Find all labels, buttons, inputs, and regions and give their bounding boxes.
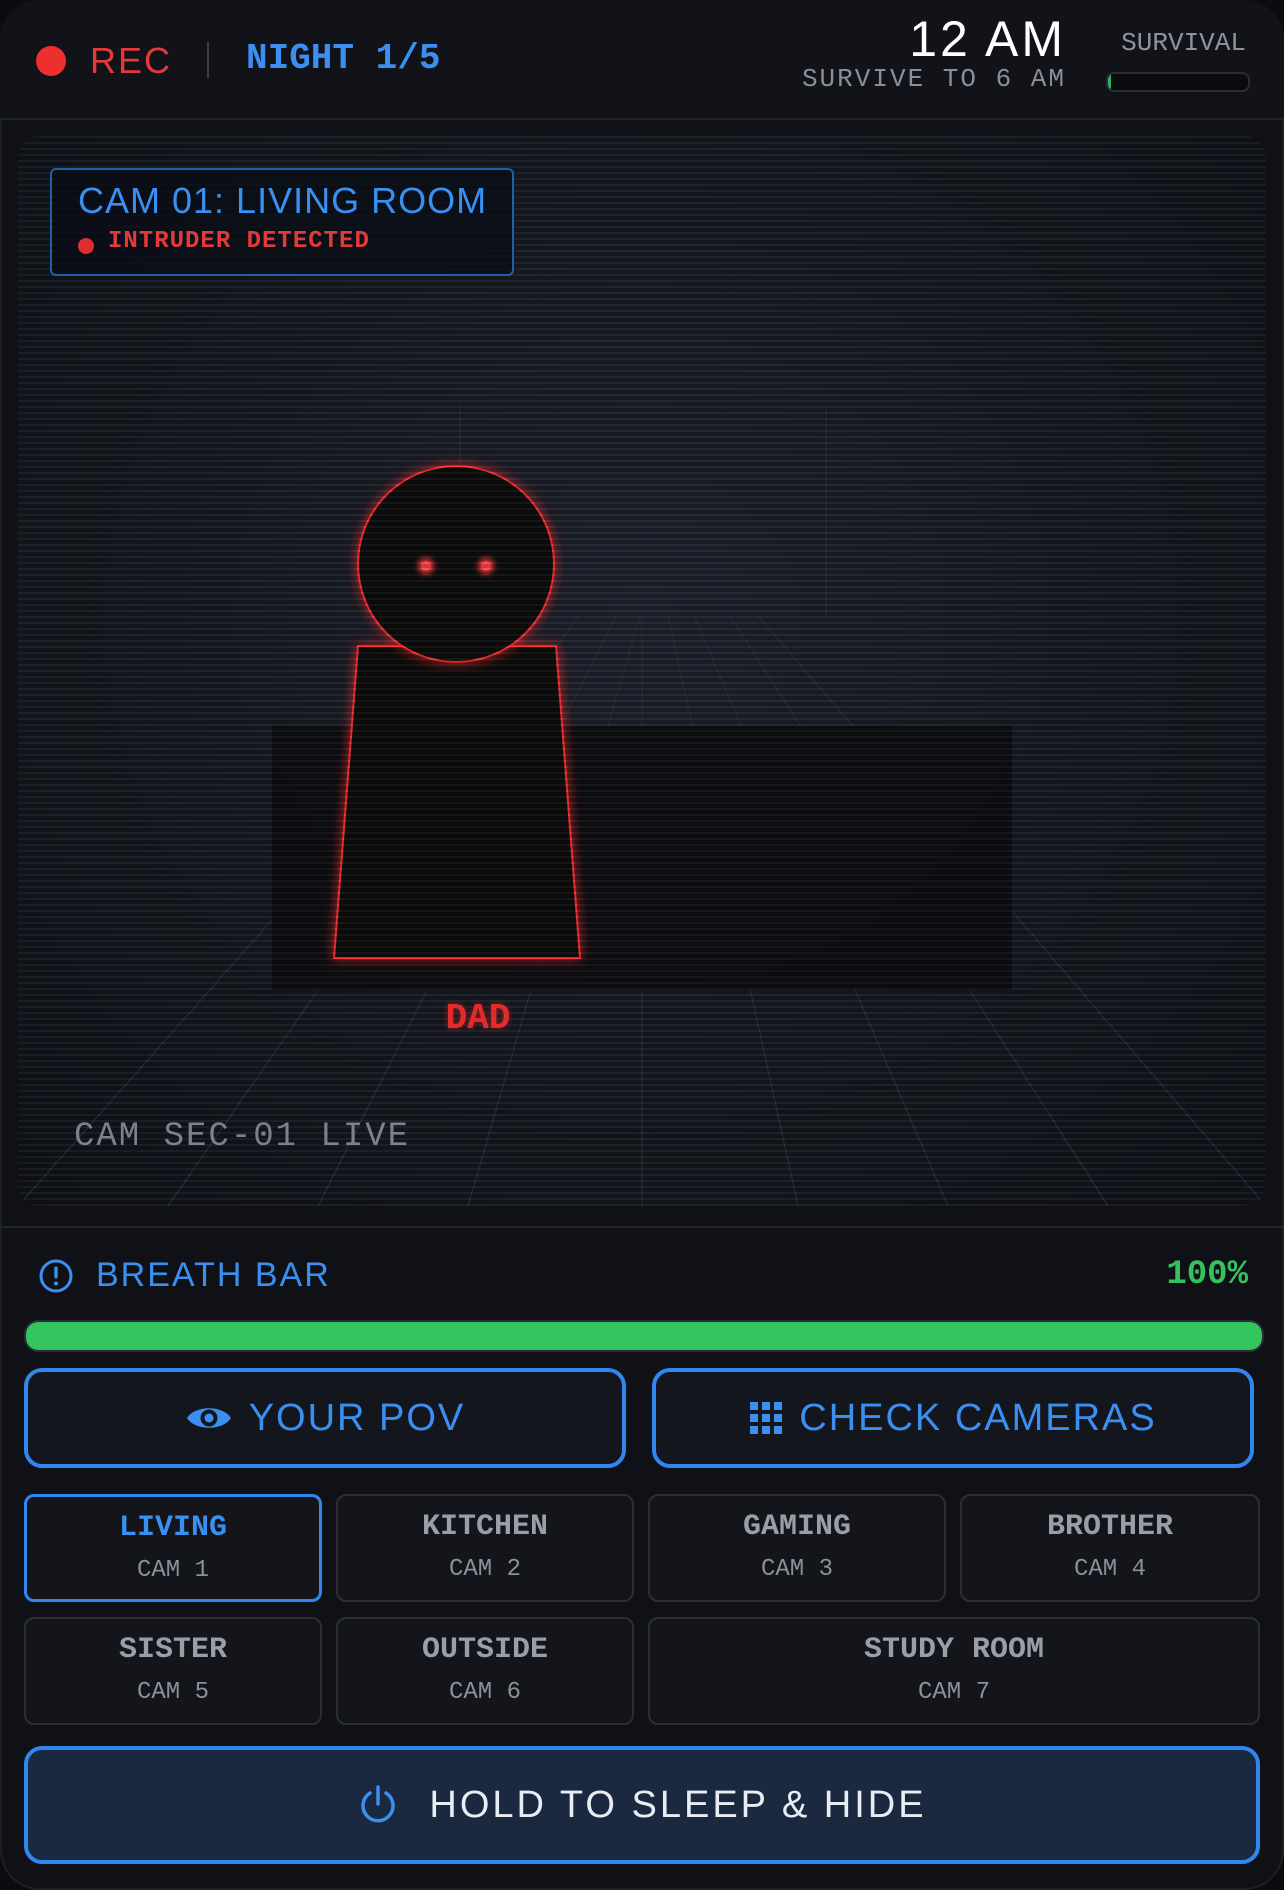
- cam-number: CAM 7: [917, 1679, 990, 1706]
- cam-number: CAM 6: [448, 1679, 521, 1706]
- cam-room-name: LIVING: [118, 1511, 228, 1545]
- cam-button-kitchen[interactable]: KITCHEN CAM 2: [336, 1494, 634, 1602]
- breath-bar-label: BREATH BAR: [96, 1256, 331, 1294]
- check-cameras-label: CHECK CAMERAS: [799, 1396, 1157, 1439]
- eye-icon: [186, 1408, 231, 1428]
- header-divider: [207, 42, 209, 78]
- survival-label: SURVIVAL: [1121, 28, 1246, 58]
- cam-room-name: STUDY ROOM: [863, 1633, 1045, 1667]
- survival-progress-bar: [1106, 72, 1250, 92]
- your-pov-label: YOUR POV: [248, 1396, 466, 1439]
- breath-bar-fill: [26, 1322, 1262, 1350]
- sleep-hide-label: HOLD TO SLEEP & HIDE: [429, 1783, 927, 1826]
- live-label: CAM SEC-01 LIVE: [74, 1118, 411, 1156]
- night-counter: NIGHT 1/5: [246, 38, 441, 79]
- cam-button-outside[interactable]: OUTSIDE CAM 6: [336, 1617, 634, 1725]
- cam-button-study-room[interactable]: STUDY ROOM CAM 7: [648, 1617, 1260, 1725]
- camera-feed: CAM 01: LIVING ROOM INTRUDER DETECTED DA…: [18, 136, 1266, 1206]
- check-cameras-button[interactable]: CHECK CAMERAS: [652, 1368, 1254, 1468]
- intruder-alert: INTRUDER DETECTED: [108, 228, 370, 255]
- rec-label: REC: [90, 40, 173, 81]
- breath-bar: [24, 1320, 1264, 1352]
- cam-button-living[interactable]: LIVING CAM 1: [24, 1494, 322, 1602]
- game-clock: 12 AM: [909, 11, 1066, 67]
- cam-button-sister[interactable]: SISTER CAM 5: [24, 1617, 322, 1725]
- cam-number: CAM 5: [136, 1679, 209, 1706]
- camera-title: CAM 01: LIVING ROOM: [78, 180, 488, 221]
- survival-goal: SURVIVE TO 6 AM: [801, 64, 1066, 94]
- cam-room-name: BROTHER: [1046, 1510, 1174, 1544]
- room-scene: [18, 406, 1266, 1206]
- cam-button-brother[interactable]: BROTHER CAM 4: [960, 1494, 1260, 1602]
- cam-room-name: OUTSIDE: [421, 1633, 549, 1667]
- grid-icon: [750, 1402, 783, 1434]
- power-icon: [361, 1785, 396, 1823]
- cam-number: CAM 1: [136, 1557, 209, 1584]
- cam-room-name: KITCHEN: [421, 1510, 549, 1544]
- intruder-figure: [332, 465, 582, 959]
- alert-dot-icon: [78, 238, 94, 254]
- cam-number: CAM 3: [760, 1556, 833, 1583]
- game-screen: REC NIGHT 1/5 12 AM SURVIVE TO 6 AM SURV…: [0, 0, 1284, 1890]
- top-bar: REC NIGHT 1/5 12 AM SURVIVE TO 6 AM SURV…: [0, 0, 1284, 120]
- sleep-hide-button[interactable]: HOLD TO SLEEP & HIDE: [24, 1746, 1260, 1864]
- alert-circle-icon: [39, 1259, 73, 1293]
- survival-progress-fill: [1108, 74, 1111, 90]
- cam-button-gaming[interactable]: GAMING CAM 3: [648, 1494, 946, 1602]
- cam-room-name: GAMING: [742, 1510, 852, 1544]
- section-divider: [0, 1226, 1284, 1228]
- breath-bar-value: 100%: [1166, 1256, 1248, 1294]
- cam-room-name: SISTER: [118, 1633, 228, 1667]
- your-pov-button[interactable]: YOUR POV: [24, 1368, 626, 1468]
- cam-number: CAM 4: [1073, 1556, 1146, 1583]
- camera-info-box: CAM 01: LIVING ROOM INTRUDER DETECTED: [50, 168, 514, 276]
- figure-label: DAD: [445, 998, 511, 1039]
- cam-number: CAM 2: [448, 1556, 521, 1583]
- rec-indicator-icon: [36, 46, 66, 76]
